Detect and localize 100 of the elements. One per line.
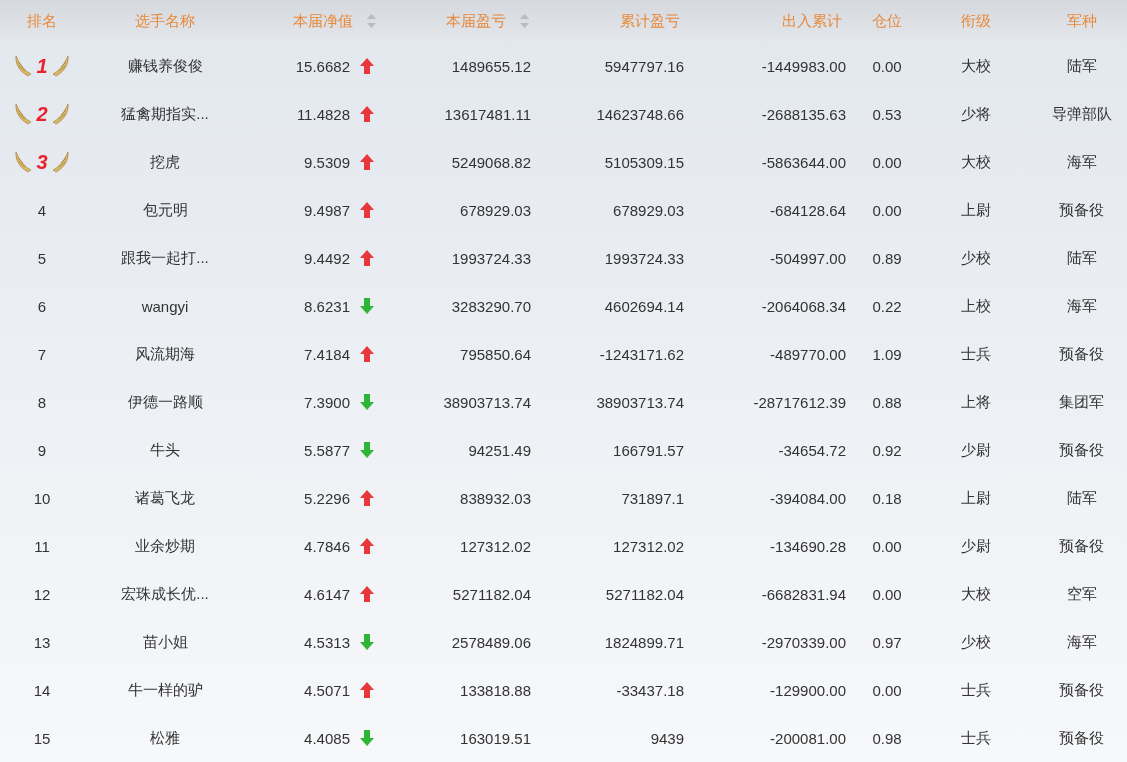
position-ratio: 1.09 (872, 345, 902, 363)
net-inflow: -489770.00 (770, 345, 846, 363)
total-profit: 5271182.04 (605, 585, 684, 603)
rank-number: 5 (37, 249, 47, 267)
net-value: 9.5309 (304, 153, 350, 171)
net-value: 5.2296 (304, 489, 350, 507)
total-profit: 38903713.74 (596, 393, 684, 411)
military-rank: 上将 (961, 392, 991, 412)
session-profit: 2578489.06 (451, 633, 531, 651)
net-inflow: -2970339.00 (761, 633, 846, 651)
military-rank: 上尉 (961, 200, 991, 220)
column-header: 军种 (1066, 11, 1097, 31)
rank-number: 6 (37, 297, 47, 315)
service-branch: 预备役 (1059, 344, 1104, 364)
net-value: 4.5313 (304, 633, 350, 651)
position-ratio: 0.88 (872, 393, 902, 411)
rank-number: 13 (33, 633, 51, 651)
position-ratio: 0.98 (872, 729, 902, 747)
sort-icon[interactable] (520, 14, 529, 28)
net-value: 8.6231 (304, 297, 350, 315)
net-inflow: -2064068.34 (761, 297, 846, 315)
session-profit: 3283290.70 (451, 297, 531, 315)
service-branch: 预备役 (1059, 536, 1104, 556)
position-ratio: 0.00 (872, 57, 902, 75)
net-value: 4.4085 (304, 729, 350, 747)
position-ratio: 0.00 (872, 201, 902, 219)
net-value: 4.7846 (304, 537, 350, 555)
session-profit: 678929.03 (460, 201, 531, 219)
total-profit: 1993724.33 (604, 249, 684, 267)
session-profit: 1993724.33 (451, 249, 531, 267)
position-ratio: 0.97 (872, 633, 902, 651)
service-branch: 预备役 (1059, 200, 1104, 220)
net-inflow: -200081.00 (770, 729, 846, 747)
net-inflow: -394084.00 (770, 489, 846, 507)
military-rank: 大校 (961, 56, 991, 76)
military-rank: 大校 (961, 152, 991, 172)
military-rank: 少尉 (961, 440, 991, 460)
session-profit: 133818.88 (460, 681, 531, 699)
rank-number: 14 (33, 681, 51, 699)
position-ratio: 0.00 (872, 537, 902, 555)
player-name: 苗小姐 (142, 632, 188, 652)
net-value: 7.4184 (304, 345, 350, 363)
position-ratio: 0.18 (872, 489, 902, 507)
total-profit: 1824899.71 (604, 633, 684, 651)
player-name: 跟我一起打... (121, 248, 209, 268)
military-rank: 大校 (961, 584, 991, 604)
service-branch: 导弹部队 (1051, 104, 1112, 124)
rank-number: 4 (37, 201, 47, 219)
net-inflow: -134690.28 (770, 537, 846, 555)
service-branch: 陆军 (1066, 488, 1097, 508)
player-name: 宏珠成长优... (121, 584, 209, 604)
service-branch: 预备役 (1059, 728, 1104, 748)
column-header: 衔级 (961, 11, 991, 31)
session-profit: 5271182.04 (452, 585, 531, 603)
net-value: 4.6147 (304, 585, 350, 603)
player-name: 赚钱养俊俊 (127, 56, 203, 76)
session-profit: 1489655.12 (451, 57, 531, 75)
total-profit: -1243171.62 (599, 345, 684, 363)
total-profit: 5105309.15 (604, 153, 684, 171)
session-profit: 94251.49 (468, 441, 531, 459)
total-profit: 5947797.16 (604, 57, 684, 75)
rank-number: 9 (37, 441, 47, 459)
session-profit: 163019.51 (460, 729, 531, 747)
net-inflow: -28717612.39 (753, 393, 846, 411)
sort-icon[interactable] (367, 14, 376, 28)
column-header: 排名 (27, 11, 57, 31)
column-header: 累计盈亏 (620, 11, 680, 31)
military-rank: 少将 (961, 104, 991, 124)
position-ratio: 0.22 (872, 297, 902, 315)
rank-number: 12 (33, 585, 51, 603)
net-value: 7.3900 (304, 393, 350, 411)
net-value: 9.4492 (304, 249, 350, 267)
military-rank: 上尉 (961, 488, 991, 508)
net-inflow: -5863644.00 (761, 153, 846, 171)
rank-number: 8 (37, 393, 47, 411)
net-value: 15.6682 (295, 57, 350, 75)
net-inflow: -2688135.63 (761, 105, 846, 123)
rank-number: 7 (37, 345, 47, 363)
session-profit: 795850.64 (460, 345, 531, 363)
net-value: 4.5071 (304, 681, 350, 699)
player-name: 挖虎 (150, 152, 180, 172)
column-header[interactable]: 本届净值 (293, 11, 376, 31)
net-inflow: -1449983.00 (761, 57, 846, 75)
service-branch: 集团军 (1059, 392, 1104, 412)
rank-medal: 2 (0, 90, 84, 138)
service-branch: 陆军 (1066, 56, 1097, 76)
session-profit: 838932.03 (460, 489, 531, 507)
session-profit: 38903713.74 (443, 393, 531, 411)
total-profit: 127312.02 (613, 537, 684, 555)
total-profit: 731897.1 (621, 489, 684, 507)
total-profit: 678929.03 (613, 201, 684, 219)
total-profit: 166791.57 (613, 441, 684, 459)
player-name: 牛一样的驴 (127, 680, 203, 700)
player-name: 伊德一路顺 (127, 392, 203, 412)
position-ratio: 0.92 (872, 441, 902, 459)
net-inflow: -684128.64 (770, 201, 846, 219)
player-name: wangyi (141, 297, 189, 315)
total-profit: 14623748.66 (596, 105, 684, 123)
position-ratio: 0.00 (872, 681, 902, 699)
column-header[interactable]: 本届盈亏 (446, 11, 529, 31)
